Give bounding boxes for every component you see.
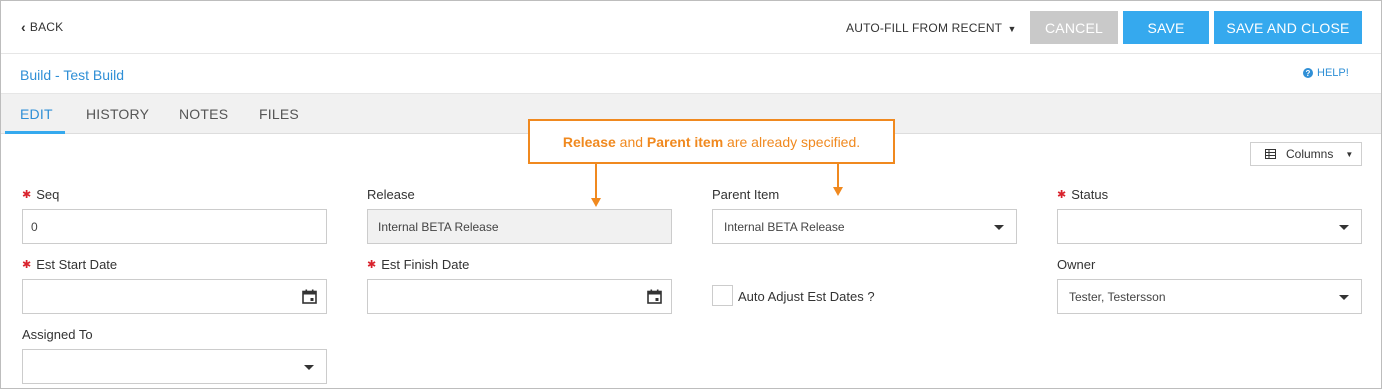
caret-down-icon: [994, 225, 1004, 230]
autofill-label: AUTO-FILL FROM RECENT: [846, 21, 1002, 35]
help-link[interactable]: ? HELP!: [1303, 67, 1349, 79]
parent-item-select[interactable]: Internal BETA Release: [712, 209, 1017, 244]
release-value: Internal BETA Release: [378, 219, 499, 234]
callout-and-text: and: [615, 133, 647, 150]
calendar-icon[interactable]: [647, 289, 662, 304]
auto-adjust-label: Auto Adjust Est Dates ?: [738, 289, 875, 304]
required-asterisk-icon: ✱: [1057, 189, 1067, 201]
est-finish-date-label: ✱ Est Finish Date: [367, 257, 470, 272]
caret-down-icon: ▼: [1007, 24, 1017, 34]
top-toolbar: ‹ BACK AUTO-FILL FROM RECENT ▼ CANCEL SA…: [1, 1, 1381, 54]
est-finish-date-input[interactable]: [367, 279, 672, 314]
parent-item-label: Parent Item: [712, 187, 780, 202]
columns-label: Columns: [1286, 147, 1334, 161]
save-button[interactable]: SAVE: [1123, 11, 1209, 44]
autofill-from-recent-dropdown[interactable]: AUTO-FILL FROM RECENT ▼: [846, 21, 1017, 35]
auto-adjust-checkbox[interactable]: [712, 285, 733, 306]
callout-release-text: Release: [562, 133, 616, 150]
seq-input[interactable]: 0: [22, 209, 327, 244]
active-tab-indicator: [5, 131, 65, 134]
arrow-down-icon: [591, 198, 601, 207]
assigned-to-label: Assigned To: [22, 327, 93, 342]
required-asterisk-icon: ✱: [22, 189, 32, 201]
assigned-to-select[interactable]: [22, 349, 327, 384]
caret-down-icon: [1339, 225, 1349, 230]
back-button[interactable]: ‹ BACK: [21, 20, 63, 34]
columns-button[interactable]: Columns ▼: [1250, 142, 1362, 166]
page-title[interactable]: Build - Test Build: [20, 67, 124, 83]
cancel-button[interactable]: CANCEL: [1030, 11, 1118, 44]
help-label: HELP!: [1317, 67, 1349, 79]
tab-edit[interactable]: EDIT: [20, 106, 53, 122]
required-asterisk-icon: ✱: [367, 259, 377, 271]
caret-down-icon: ▼: [1345, 149, 1354, 159]
est-start-date-input[interactable]: [22, 279, 327, 314]
caret-down-icon: [304, 365, 314, 370]
save-and-close-button[interactable]: SAVE AND CLOSE: [1214, 11, 1362, 44]
callout-arrow-parent-item: [837, 164, 839, 187]
callout-arrow-release: [595, 164, 597, 198]
tab-files[interactable]: FILES: [259, 106, 299, 122]
callout-annotation: Release and Parent item are already spec…: [528, 119, 895, 164]
title-row: Build - Test Build ? HELP!: [1, 54, 1381, 94]
seq-value: 0: [31, 219, 38, 234]
question-circle-icon: ?: [1303, 68, 1313, 78]
est-start-date-label: ✱ Est Start Date: [22, 257, 118, 272]
chevron-left-icon: ‹: [21, 19, 26, 35]
status-select[interactable]: [1057, 209, 1362, 244]
status-label: ✱ Status: [1057, 187, 1109, 202]
release-label: Release: [367, 187, 415, 202]
seq-label: ✱ Seq: [22, 187, 60, 202]
owner-value: Tester, Testersson: [1069, 289, 1166, 304]
tab-history[interactable]: HISTORY: [86, 106, 149, 122]
callout-specified-text: are already specified.: [723, 133, 861, 150]
tab-notes[interactable]: NOTES: [179, 106, 228, 122]
calendar-icon[interactable]: [302, 289, 317, 304]
caret-down-icon: [1339, 295, 1349, 300]
back-label: BACK: [29, 20, 64, 34]
callout-parent-item-text: Parent item: [646, 133, 724, 150]
arrow-down-icon: [833, 187, 843, 196]
owner-select[interactable]: Tester, Testersson: [1057, 279, 1362, 314]
owner-label: Owner: [1057, 257, 1096, 272]
release-input: Internal BETA Release: [367, 209, 672, 244]
required-asterisk-icon: ✱: [22, 259, 32, 271]
app-window: ‹ BACK AUTO-FILL FROM RECENT ▼ CANCEL SA…: [0, 0, 1382, 389]
grid-icon: [1265, 149, 1276, 159]
parent-item-value: Internal BETA Release: [724, 219, 845, 234]
